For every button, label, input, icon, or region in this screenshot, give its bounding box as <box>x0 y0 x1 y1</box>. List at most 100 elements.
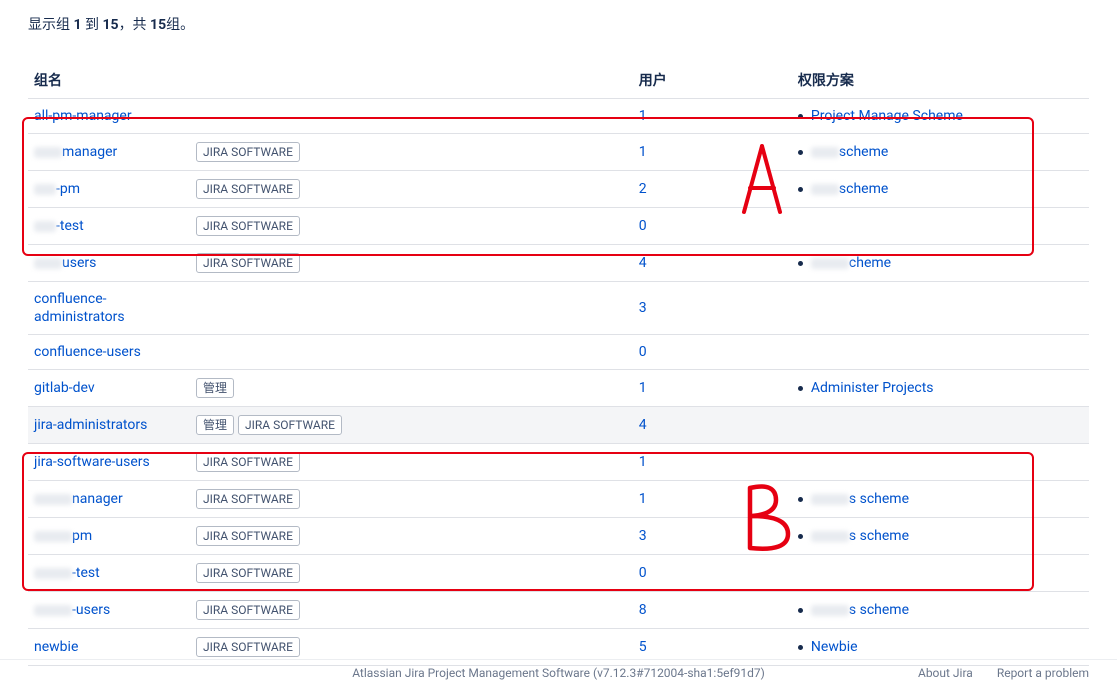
permission-scheme-link[interactable]: Newbie <box>811 639 858 655</box>
col-header-name[interactable]: 组名 <box>28 62 633 99</box>
jira-software-badge: JIRA SOFTWARE <box>196 179 300 199</box>
bullet-icon <box>798 150 803 155</box>
bullet-icon <box>798 187 803 192</box>
group-name-link[interactable]: jira-software-users <box>34 454 150 470</box>
groups-table: 组名 用户 权限方案 all-pm-manager 1 Project Manage… <box>28 62 1089 666</box>
group-name-text: -pm <box>56 181 80 197</box>
redacted-text <box>34 147 62 158</box>
jira-software-badge: JIRA SOFTWARE <box>196 600 300 620</box>
group-name-text: all-pm-manager <box>34 108 132 124</box>
scheme-text: scheme <box>839 181 888 197</box>
bullet-icon <box>798 386 803 391</box>
group-name-link[interactable]: -test <box>34 565 100 581</box>
group-name-link[interactable]: newbie <box>34 639 78 655</box>
table-row: -test JIRA SOFTWARE 0 <box>28 208 1089 245</box>
group-name-link[interactable]: pm <box>34 528 92 544</box>
group-name-text: manager <box>62 144 117 160</box>
table-row: -pm JIRA SOFTWARE 2 scheme <box>28 171 1089 208</box>
group-name-text: jira-software-users <box>34 454 150 470</box>
user-count-link[interactable]: 4 <box>639 255 647 271</box>
group-name-text: confluence-users <box>34 344 141 360</box>
table-row: jira-software-usersJIRA SOFTWARE1 <box>28 444 1089 481</box>
redacted-text <box>34 605 72 616</box>
table-row: managerJIRA SOFTWARE1scheme <box>28 134 1089 171</box>
table-row: all-pm-manager 1 Project Manage Scheme <box>28 99 1089 134</box>
group-name-text: pm <box>72 528 92 544</box>
user-count-link[interactable]: 8 <box>639 602 647 618</box>
table-row: users JIRA SOFTWARE 4 cheme <box>28 245 1089 282</box>
permission-scheme-link[interactable]: scheme <box>811 181 888 197</box>
user-count-link[interactable]: 5 <box>639 639 647 655</box>
group-name-link[interactable]: nanager <box>34 491 123 507</box>
user-count-link[interactable]: 1 <box>639 108 647 124</box>
scheme-text: Newbie <box>811 639 858 655</box>
scheme-text: Project Manage Scheme <box>811 108 963 124</box>
user-count-link[interactable]: 0 <box>639 218 647 234</box>
scheme-text: cheme <box>849 255 891 271</box>
user-count-link[interactable]: 0 <box>639 344 647 360</box>
scheme-text: scheme <box>839 144 888 160</box>
group-name-text: newbie <box>34 639 78 655</box>
redacted-text <box>811 258 849 269</box>
user-count-link[interactable]: 1 <box>639 491 647 507</box>
group-name-text: gitlab-dev <box>34 380 95 396</box>
user-count-link[interactable]: 2 <box>639 181 647 197</box>
group-name-text: confluence-administrators <box>34 291 125 325</box>
group-name-link[interactable]: manager <box>34 144 117 160</box>
col-header-users[interactable]: 用户 <box>633 62 792 99</box>
table-row: nanager JIRA SOFTWARE 1 s scheme <box>28 481 1089 518</box>
user-count-link[interactable]: 0 <box>639 565 647 581</box>
redacted-text <box>34 258 62 269</box>
col-header-scheme[interactable]: 权限方案 <box>792 62 1089 99</box>
permission-scheme-link[interactable]: scheme <box>811 144 888 160</box>
footer-about-link[interactable]: About Jira <box>918 666 973 680</box>
group-name-text: -test <box>72 565 100 581</box>
redacted-text <box>811 605 849 616</box>
table-row: pm JIRA SOFTWARE 3 s scheme <box>28 518 1089 555</box>
scheme-text: s scheme <box>849 528 909 544</box>
permission-scheme-link[interactable]: s scheme <box>811 528 909 544</box>
bullet-icon <box>798 645 803 650</box>
redacted-text <box>34 531 72 542</box>
group-name-link[interactable]: -users <box>34 602 110 618</box>
table-row: gitlab-dev管理1Administer Projects <box>28 370 1089 407</box>
group-name-link[interactable]: all-pm-manager <box>34 108 132 124</box>
group-name-link[interactable]: -pm <box>34 181 80 197</box>
jira-software-badge: JIRA SOFTWARE <box>196 253 300 273</box>
user-count-link[interactable]: 1 <box>639 454 647 470</box>
jira-software-badge: JIRA SOFTWARE <box>238 415 342 435</box>
jira-software-badge: JIRA SOFTWARE <box>196 489 300 509</box>
redacted-text <box>34 494 72 505</box>
jira-software-badge: JIRA SOFTWARE <box>196 216 300 236</box>
permission-scheme-link[interactable]: s scheme <box>811 491 909 507</box>
group-name-link[interactable]: -test <box>34 218 84 234</box>
table-row: -testJIRA SOFTWARE0 <box>28 555 1089 592</box>
permission-scheme-link[interactable]: Administer Projects <box>811 380 934 396</box>
group-name-text: nanager <box>72 491 123 507</box>
bullet-icon <box>798 534 803 539</box>
group-name-link[interactable]: confluence-users <box>34 344 141 360</box>
user-count-link[interactable]: 1 <box>639 144 647 160</box>
scheme-text: s scheme <box>849 602 909 618</box>
group-name-link[interactable]: confluence-administrators <box>34 291 125 325</box>
user-count-link[interactable]: 4 <box>639 417 647 433</box>
user-count-link[interactable]: 1 <box>639 380 647 396</box>
group-name-link[interactable]: jira-administrators <box>34 417 147 433</box>
table-row: confluence-administrators 3 <box>28 282 1089 335</box>
scheme-text: Administer Projects <box>811 380 934 396</box>
user-count-link[interactable]: 3 <box>639 300 647 316</box>
group-name-link[interactable]: gitlab-dev <box>34 380 95 396</box>
admin-badge: 管理 <box>196 415 234 435</box>
redacted-text <box>811 184 839 195</box>
bullet-icon <box>798 608 803 613</box>
permission-scheme-link[interactable]: s scheme <box>811 602 909 618</box>
permission-scheme-link[interactable]: Project Manage Scheme <box>811 108 963 124</box>
group-name-text: -users <box>72 602 110 618</box>
jira-software-badge: JIRA SOFTWARE <box>196 526 300 546</box>
user-count-link[interactable]: 3 <box>639 528 647 544</box>
bullet-icon <box>798 261 803 266</box>
permission-scheme-link[interactable]: cheme <box>811 255 891 271</box>
footer-report-link[interactable]: Report a problem <box>997 666 1089 680</box>
group-name-text: users <box>62 255 96 271</box>
group-name-link[interactable]: users <box>34 255 96 271</box>
